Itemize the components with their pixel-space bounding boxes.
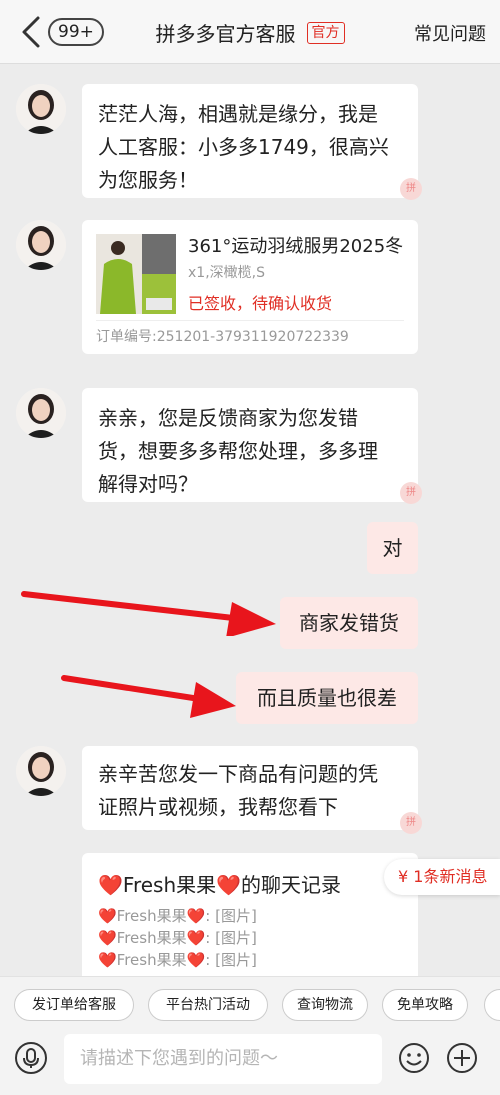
quick-action-track-shipping[interactable]: 查询物流 — [282, 989, 368, 1021]
input-bar: 请描述下您遇到的问题～ — [0, 1028, 500, 1095]
plus-icon[interactable] — [446, 1042, 478, 1074]
agent-avatar[interactable] — [16, 746, 66, 796]
message-line: 人工客服：小多多1749，很高兴 — [98, 135, 389, 159]
quick-action-bar: 发订单给客服 平台热门活动 查询物流 免单攻略 — [0, 976, 500, 1028]
annotation-arrow-icon — [21, 591, 276, 636]
order-number: 订单编号:251201-379311920722339 — [96, 329, 349, 345]
user-message-bubble: 对 — [367, 522, 418, 574]
faq-link[interactable]: 常见问题 — [414, 20, 486, 46]
stamp-icon: 拼 — [400, 812, 422, 834]
welcome-message-bubble: 茫茫人海，相遇就是缘分，我是 人工客服：小多多1749，很高兴 为您服务！ — [82, 84, 418, 198]
order-status: 已签收，待确认收货 — [188, 294, 333, 313]
agent-avatar[interactable] — [16, 220, 66, 270]
message-line: 茫茫人海，相遇就是缘分，我是 — [98, 102, 378, 126]
emoji-icon[interactable] — [398, 1042, 430, 1074]
message-line: 解得对吗？ — [98, 472, 198, 496]
stamp-icon: 拼 — [400, 178, 422, 200]
chat-area[interactable]: 茫茫人海，相遇就是缘分，我是 人工客服：小多多1749，很高兴 为您服务！ 拼 … — [0, 64, 500, 976]
divider — [96, 320, 404, 321]
quick-action-hot-events[interactable]: 平台热门活动 — [148, 989, 268, 1021]
chat-record-card[interactable]: ❤️Fresh果果❤️的聊天记录 ❤️Fresh果果❤️: [图片] ❤️Fre… — [82, 853, 418, 976]
message-line: 为您服务！ — [98, 168, 198, 192]
quick-action-more[interactable] — [484, 989, 500, 1021]
user-message-bubble: 商家发错货 — [280, 597, 418, 649]
product-title: 361°运动羽绒服男2025冬 — [188, 236, 404, 257]
product-spec: x1,深橄榄,S — [188, 265, 265, 281]
stamp-icon: 拼 — [400, 482, 422, 504]
record-title: ❤️Fresh果果❤️的聊天记录 — [98, 873, 342, 897]
product-thumbnail[interactable] — [96, 234, 176, 314]
annotation-arrow-icon — [61, 675, 236, 718]
microphone-icon[interactable] — [15, 1042, 47, 1074]
page-title: 拼多多官方客服 — [155, 22, 296, 46]
message-line: 证照片或视频，我帮您看下 — [98, 795, 338, 819]
message-input[interactable]: 请描述下您遇到的问题～ — [64, 1034, 382, 1084]
chat-header: 99+ 拼多多官方客服 官方 常见问题 — [0, 0, 500, 64]
official-tag: 官方 — [306, 21, 345, 44]
quick-action-free-guide[interactable]: 免单攻略 — [382, 989, 468, 1021]
new-message-button[interactable]: ¥ 1条新消息 — [384, 859, 500, 895]
message-line: 亲亲，您是反馈商家为您发错 — [98, 406, 358, 430]
message-line: 货，想要多多帮您处理，多多理 — [98, 439, 378, 463]
order-card[interactable]: 361°运动羽绒服男2025冬 x1,深橄榄,S 已签收，待确认收货 订单编号:… — [82, 220, 418, 354]
agent-avatar[interactable] — [16, 84, 66, 134]
confirm-message-bubble: 亲亲，您是反馈商家为您发错 货，想要多多帮您处理，多多理 解得对吗？ — [82, 388, 418, 502]
user-message-bubble: 而且质量也很差 — [236, 672, 418, 724]
request-message-bubble: 亲辛苦您发一下商品有问题的凭 证照片或视频，我帮您看下 — [82, 746, 418, 830]
quick-action-send-order[interactable]: 发订单给客服 — [14, 989, 134, 1021]
message-line: 亲辛苦您发一下商品有问题的凭 — [98, 762, 378, 786]
agent-avatar[interactable] — [16, 388, 66, 438]
record-line: ❤️Fresh果果❤️: [图片] — [98, 951, 257, 969]
record-line: ❤️Fresh果果❤️: [图片] — [98, 929, 257, 947]
record-line: ❤️Fresh果果❤️: [图片] — [98, 907, 257, 925]
